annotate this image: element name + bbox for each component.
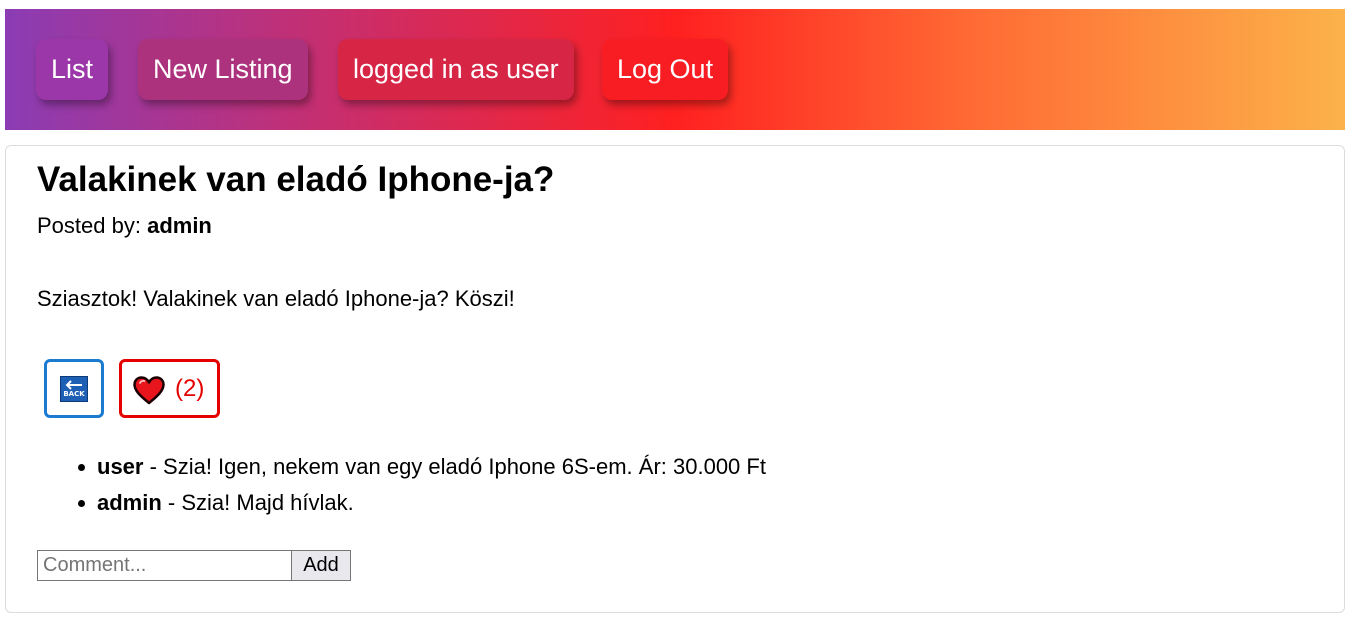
- post-body: Sziasztok! Valakinek van eladó Iphone-ja…: [37, 286, 515, 311]
- post-byline: Posted by: admin: [37, 213, 212, 239]
- nav-list-button[interactable]: List: [36, 39, 109, 100]
- comment-input[interactable]: [37, 550, 292, 581]
- top-navigation-bar: List New Listing logged in as user Log O…: [5, 9, 1345, 130]
- posted-by-label: Posted by:: [37, 213, 148, 238]
- back-button[interactable]: BACK: [44, 359, 104, 418]
- comment-author: user: [97, 454, 144, 479]
- comment-item: user - Szia! Igen, nekem van egy eladó I…: [6, 453, 766, 489]
- nav-new-listing-button[interactable]: New Listing: [138, 39, 308, 100]
- comment-text: - Szia! Majd hívlak.: [161, 490, 354, 515]
- nav-logged-in-user-button[interactable]: logged in as user: [338, 39, 574, 100]
- comment-author: admin: [97, 490, 162, 515]
- back-icon-text: BACK: [63, 390, 85, 398]
- like-count: (2): [175, 375, 205, 402]
- comment-list: user - Szia! Igen, nekem van egy eladó I…: [6, 453, 766, 525]
- comment-item: admin - Szia! Majd hívlak.: [6, 489, 766, 525]
- comment-text: - Szia! Igen, nekem van egy eladó Iphone…: [143, 454, 766, 479]
- back-arrow-icon: BACK: [60, 376, 88, 402]
- nav-logout-button[interactable]: Log Out: [602, 39, 729, 100]
- like-button[interactable]: (2): [119, 359, 220, 418]
- post-card: Valakinek van eladó Iphone-ja? Posted by…: [5, 145, 1345, 613]
- post-author: admin: [147, 213, 212, 238]
- add-comment-button[interactable]: Add: [291, 550, 351, 581]
- heart-icon: [133, 376, 165, 405]
- post-title: Valakinek van eladó Iphone-ja?: [37, 160, 555, 199]
